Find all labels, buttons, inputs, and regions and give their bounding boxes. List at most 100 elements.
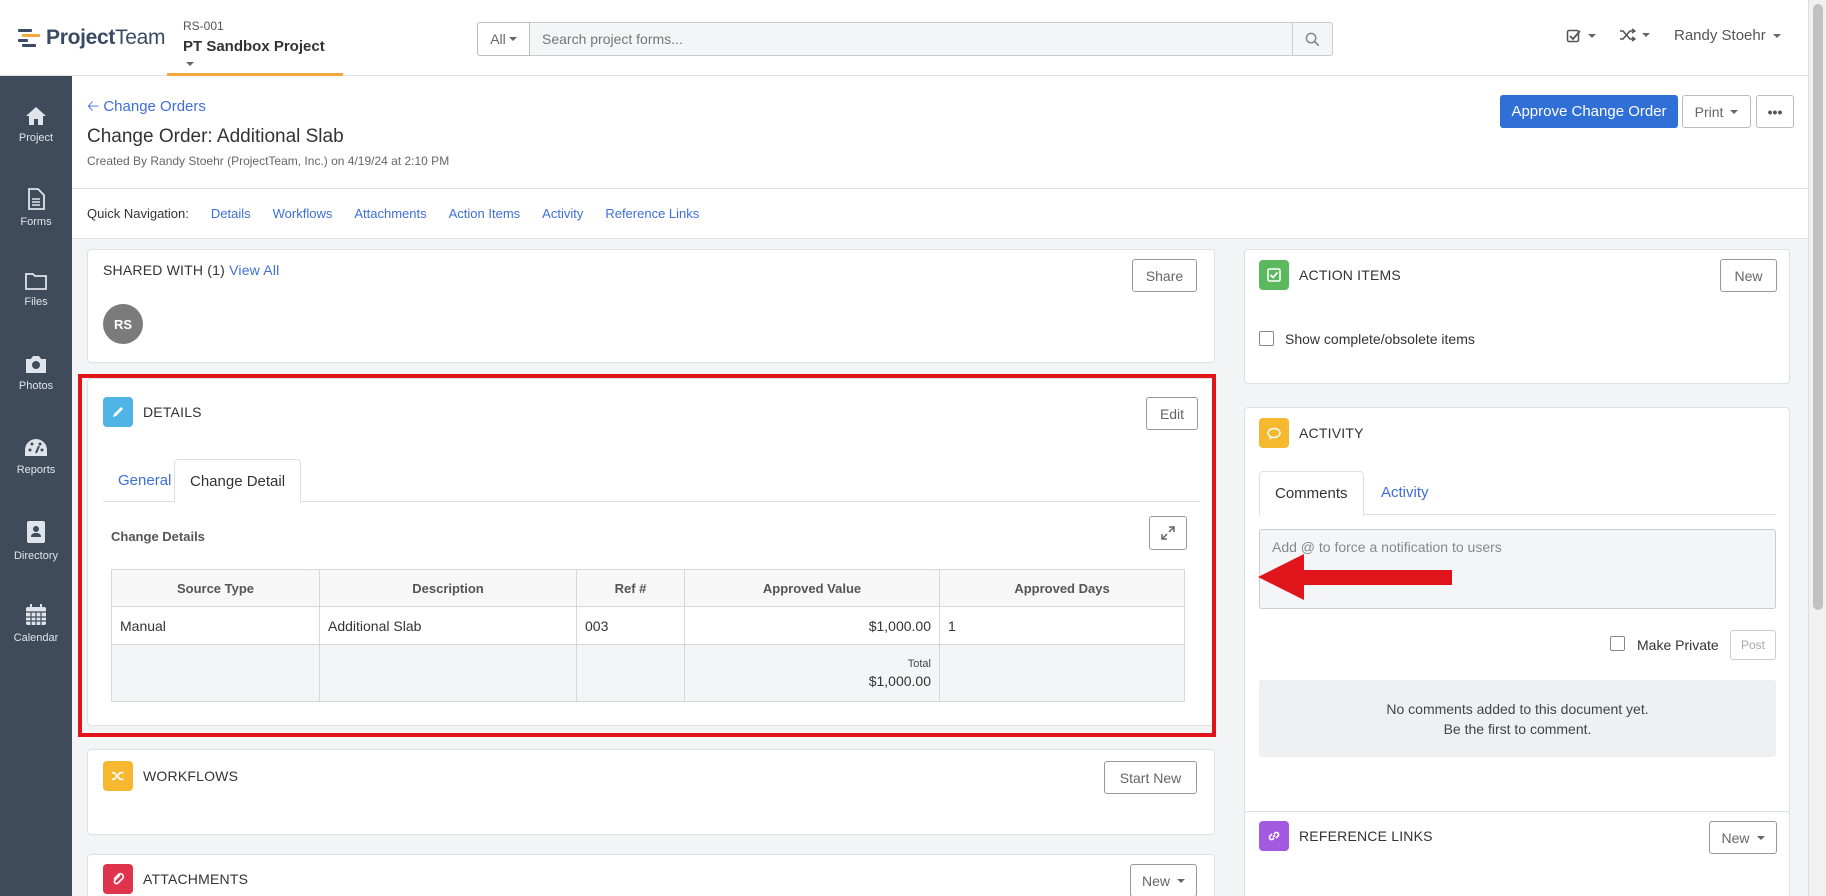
project-code: RS-001: [183, 19, 224, 33]
sidebar-item-calendar[interactable]: Calendar: [0, 604, 72, 644]
more-options-button[interactable]: •••: [1756, 95, 1794, 128]
column-header: Ref #: [576, 569, 685, 607]
logo-icon: [18, 29, 40, 47]
page-header: 🡠 Change Orders Change Order: Additional…: [72, 76, 1808, 189]
red-arrow-icon: [1258, 554, 1452, 600]
table-cell: $1,000.00: [684, 606, 940, 645]
attachments-title: ATTACHMENTS: [143, 871, 249, 887]
page-scrollbar[interactable]: [1808, 0, 1826, 896]
shared-with-title: SHARED WITH (1) View All: [103, 262, 280, 278]
avatar[interactable]: RS: [103, 304, 143, 344]
sidebar: Project Forms Files Photos Reports Direc…: [0, 76, 72, 896]
project-switcher[interactable]: RS-001 PT Sandbox Project: [167, 0, 343, 76]
post-button[interactable]: Post: [1730, 630, 1776, 660]
sidebar-item-photos[interactable]: Photos: [0, 354, 72, 392]
workflow-menu[interactable]: [1619, 28, 1650, 42]
page-title: Change Order: Additional Slab: [87, 126, 344, 147]
chevron-down-icon: [186, 62, 194, 67]
column-header: Approved Value: [684, 569, 940, 607]
table-cell: 003: [576, 606, 685, 645]
total-label: Total: [907, 657, 931, 670]
search-button[interactable]: [1293, 22, 1333, 56]
table-cell: 1: [939, 606, 1185, 645]
comment-icon: [1259, 418, 1289, 448]
tab-activity[interactable]: Activity: [1366, 471, 1444, 514]
share-button[interactable]: Share: [1132, 259, 1197, 292]
chevron-down-icon: [508, 37, 517, 41]
scrollbar-thumb[interactable]: [1813, 4, 1823, 610]
column-header: Description: [319, 569, 577, 607]
tab-comments[interactable]: Comments: [1259, 471, 1364, 516]
paperclip-icon: [103, 864, 133, 894]
edit-button[interactable]: Edit: [1146, 397, 1198, 430]
empty-comments-message: No comments added to this document yet. …: [1259, 680, 1776, 757]
total-value: $1,000.00: [868, 672, 931, 689]
sidebar-item-forms[interactable]: Forms: [0, 188, 72, 228]
search-scope-dropdown[interactable]: All: [477, 22, 530, 56]
chevron-down-icon: [1730, 109, 1739, 114]
home-icon: [26, 107, 46, 125]
main-content: 🡠 Change Orders Change Order: Additional…: [72, 76, 1808, 896]
project-name: PT Sandbox Project: [183, 38, 327, 72]
sidebar-item-directory[interactable]: Directory: [0, 520, 72, 562]
change-details-table: Source Type Description Ref # Approved V…: [111, 569, 1185, 702]
activity-tabs: Comments Activity: [1259, 471, 1776, 516]
show-complete-checkbox[interactable]: [1259, 331, 1274, 346]
logo[interactable]: ProjectTeam: [18, 26, 166, 50]
quick-nav-workflows[interactable]: Workflows: [273, 206, 333, 221]
attachments-panel: ATTACHMENTS New: [87, 854, 1215, 896]
quick-navigation: Quick Navigation: Details Workflows Atta…: [72, 189, 1808, 239]
quick-nav-reference-links[interactable]: Reference Links: [605, 206, 699, 221]
chevron-down-icon: [1177, 878, 1185, 883]
expand-icon: [1161, 526, 1175, 540]
table-header-row: Source Type Description Ref # Approved V…: [111, 569, 1185, 607]
expand-button[interactable]: [1149, 516, 1187, 550]
quick-nav-activity[interactable]: Activity: [542, 206, 583, 221]
approve-change-order-button[interactable]: Approve Change Order: [1500, 95, 1678, 128]
top-bar: ProjectTeam RS-001 PT Sandbox Project Al…: [0, 0, 1808, 76]
search-icon: [1305, 32, 1320, 46]
chevron-down-icon: [1756, 835, 1765, 840]
table-row: Manual Additional Slab 003 $1,000.00 1: [111, 606, 1185, 645]
details-panel: DETAILS Edit General Change Detail Chang…: [87, 378, 1215, 726]
link-icon: [1259, 821, 1289, 851]
shared-with-panel: SHARED WITH (1) View All Share RS: [87, 249, 1215, 363]
start-new-workflow-button[interactable]: Start New: [1104, 761, 1197, 794]
workflows-title: WORKFLOWS: [143, 768, 239, 784]
checkbox-check-icon: [1566, 29, 1581, 43]
camera-icon: [26, 356, 46, 373]
make-private-label: Make Private: [1637, 637, 1719, 653]
chevron-down-icon: [1772, 34, 1781, 39]
new-attachment-button[interactable]: New: [1130, 864, 1197, 896]
total-cell: Total $1,000.00: [684, 644, 940, 702]
table-cell: Manual: [111, 606, 320, 645]
shuffle-icon: [103, 761, 133, 791]
workflows-panel: WORKFLOWS Start New: [87, 749, 1215, 835]
back-link[interactable]: 🡠 Change Orders: [87, 96, 206, 121]
view-all-link[interactable]: View All: [229, 262, 279, 278]
print-button[interactable]: Print: [1682, 95, 1751, 128]
reference-links-panel: REFERENCE LINKS New: [1244, 811, 1790, 896]
total-row: Total $1,000.00: [111, 644, 1185, 702]
document-icon: [28, 188, 45, 210]
new-reference-link-button[interactable]: New: [1709, 821, 1777, 854]
quick-nav-action-items[interactable]: Action Items: [449, 206, 521, 221]
new-action-item-button[interactable]: New: [1720, 259, 1777, 292]
tasks-menu[interactable]: [1566, 28, 1596, 44]
sidebar-item-project[interactable]: Project: [0, 106, 72, 144]
sidebar-item-reports[interactable]: Reports: [0, 438, 72, 476]
sidebar-item-files[interactable]: Files: [0, 272, 72, 308]
tab-change-detail[interactable]: Change Detail: [174, 459, 302, 503]
search-bar: All: [477, 22, 1333, 56]
show-complete-label: Show complete/obsolete items: [1285, 331, 1475, 347]
make-private-checkbox[interactable]: [1610, 636, 1625, 651]
pencil-icon: [103, 397, 133, 427]
user-menu[interactable]: Randy Stoehr: [1674, 27, 1781, 44]
details-tabs: General Change Detail: [103, 459, 1200, 503]
quick-nav-attachments[interactable]: Attachments: [354, 206, 426, 221]
dashboard-icon: [25, 439, 47, 456]
quick-nav-details[interactable]: Details: [211, 206, 251, 221]
search-input[interactable]: [530, 22, 1293, 56]
activity-title: ACTIVITY: [1299, 425, 1364, 441]
activity-panel: ACTIVITY Comments Activity Add @ to forc…: [1244, 407, 1790, 869]
